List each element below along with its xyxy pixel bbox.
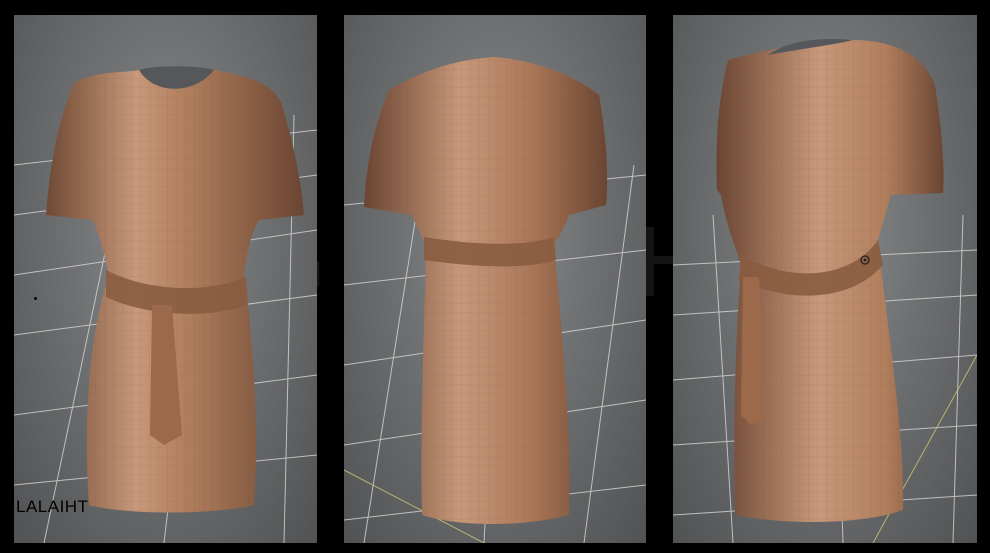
back-render — [344, 57, 646, 543]
front-render — [14, 66, 317, 543]
viewport-front[interactable] — [14, 15, 317, 543]
viewport-marker — [34, 297, 37, 300]
signature: LALAIHT — [16, 497, 89, 516]
three-quarter-render — [673, 38, 977, 543]
viewport-three-quarter[interactable] — [673, 15, 977, 543]
viewport-back[interactable] — [344, 15, 646, 543]
